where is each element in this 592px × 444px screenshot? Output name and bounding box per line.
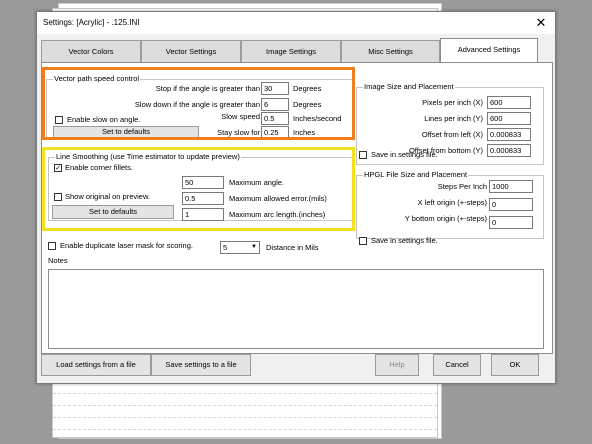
image-save-checkbox[interactable]	[359, 151, 367, 159]
steps-input[interactable]: 1000	[489, 180, 533, 193]
tab-label: Vector Settings	[165, 47, 217, 56]
notes-textarea[interactable]	[48, 269, 544, 349]
group-title: Image Size and Placement	[363, 82, 455, 91]
ppi-x-input[interactable]: 600	[487, 96, 531, 109]
help-button[interactable]: Help	[375, 354, 419, 376]
image-save-label: Save in settings file.	[371, 150, 438, 159]
lpi-y-label: Lines per inch (Y)	[424, 114, 483, 123]
steps-label: Steps Per Inch	[437, 182, 487, 191]
advanced-settings-page: Vector path speed control Stop if the an…	[41, 62, 553, 354]
tab-label: Vector Colors	[68, 47, 114, 56]
load-settings-button[interactable]: Load settings from a file	[41, 354, 151, 376]
ok-button[interactable]: OK	[491, 354, 539, 376]
ppi-x-label: Pixels per inch (X)	[422, 98, 483, 107]
distance-value: 5	[223, 243, 228, 252]
tab-image-settings[interactable]: Image Settings	[241, 40, 341, 62]
hpgl-save-checkbox[interactable]	[359, 237, 367, 245]
window-title: Settings: [Acrylic] - .125.INI	[43, 18, 140, 27]
offset-bottom-input[interactable]: 0.000833	[487, 144, 531, 157]
group-title: HPGL File Size and Placement	[363, 170, 469, 179]
duplicate-mask-label: Enable duplicate laser mask for scoring.	[60, 241, 193, 250]
title-bar: Settings: [Acrylic] - .125.INI ✕	[37, 12, 555, 34]
tab-label: Image Settings	[265, 47, 317, 56]
save-settings-button[interactable]: Save settings to a file	[151, 354, 251, 376]
tab-advanced-settings[interactable]: Advanced Settings	[440, 38, 538, 62]
hpgl-group: HPGL File Size and Placement Steps Per I…	[356, 170, 544, 239]
hpgl-save-label: Save in settings file.	[371, 236, 438, 245]
tab-label: Advanced Settings	[457, 45, 521, 54]
tab-label: Misc Settings	[368, 47, 413, 56]
cancel-button[interactable]: Cancel	[433, 354, 481, 376]
yellow-highlight-box	[42, 147, 355, 231]
x-origin-input[interactable]: 0	[489, 198, 533, 211]
close-icon[interactable]: ✕	[527, 12, 555, 34]
x-origin-label: X left origin (+-steps)	[417, 198, 487, 207]
offset-left-label: Offset from left (X)	[421, 130, 483, 139]
distance-select[interactable]: 5 ▼	[220, 241, 260, 254]
tab-misc-settings[interactable]: Misc Settings	[341, 40, 440, 62]
tab-vector-settings[interactable]: Vector Settings	[141, 40, 241, 62]
orange-highlight-box	[42, 67, 355, 140]
settings-dialog: Settings: [Acrylic] - .125.INI ✕ Vector …	[36, 11, 556, 384]
distance-label: Distance in Mils	[266, 243, 319, 252]
y-origin-label: Y bottom origin (+-steps)	[404, 214, 487, 223]
y-origin-input[interactable]: 0	[489, 216, 533, 229]
tab-vector-colors[interactable]: Vector Colors	[41, 40, 141, 62]
duplicate-mask-checkbox[interactable]	[48, 242, 56, 250]
chevron-down-icon: ▼	[251, 244, 257, 250]
lpi-y-input[interactable]: 600	[487, 112, 531, 125]
notes-label: Notes	[48, 256, 68, 265]
offset-left-input[interactable]: 0.000833	[487, 128, 531, 141]
